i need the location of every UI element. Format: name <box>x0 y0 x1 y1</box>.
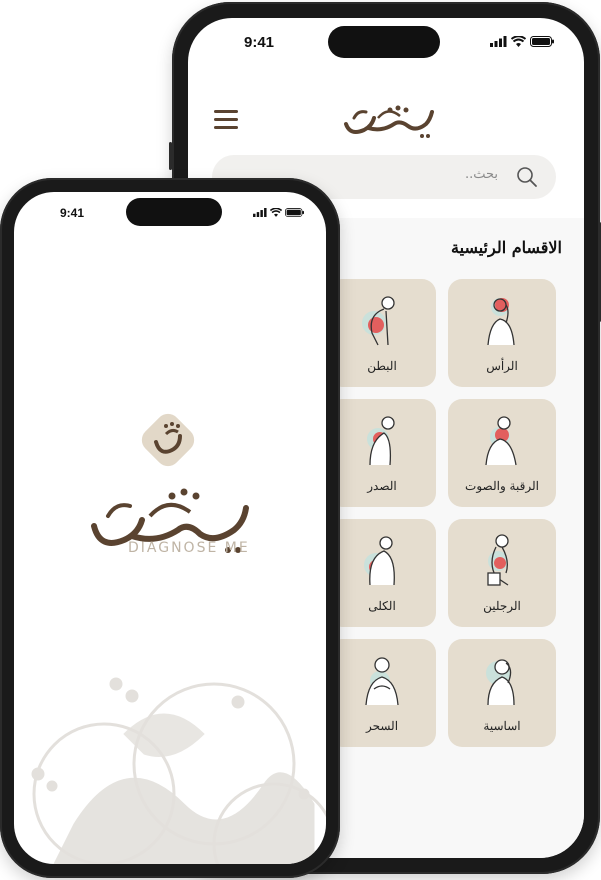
category-card-abdomen[interactable]: البطن <box>328 279 436 387</box>
app-tagline: DIAGNOSE ME <box>128 540 250 556</box>
status-time: 9:41 <box>60 206 85 220</box>
category-label: الكلى <box>368 599 396 613</box>
abdomen-pain-figure-icon <box>362 296 395 346</box>
app-header <box>188 98 584 148</box>
status-time: 9:41 <box>244 34 275 51</box>
logo-badge-icon <box>141 413 195 467</box>
search-placeholder: بحث.. <box>464 167 498 182</box>
head-pain-figure-icon <box>487 298 515 346</box>
wifi-icon <box>511 36 526 47</box>
category-card-magic[interactable]: السحر <box>328 639 436 747</box>
category-card-neck-voice[interactable]: الرقبة والصوت <box>448 399 556 507</box>
magic-figure-icon <box>365 657 399 706</box>
signal-icon <box>253 208 267 217</box>
side-button <box>169 142 172 170</box>
wifi-icon <box>270 208 282 217</box>
category-card-basic[interactable]: اساسية <box>448 639 556 747</box>
search-icon[interactable] <box>516 166 538 188</box>
category-label: الرجلين <box>483 599 521 613</box>
category-card-chest[interactable]: الصدر <box>328 399 436 507</box>
category-card-head[interactable]: الرأس <box>448 279 556 387</box>
battery-icon <box>530 36 554 47</box>
chest-pain-figure-icon <box>367 416 395 466</box>
category-label: اساسية <box>483 719 521 733</box>
front-phone: 9:41 DIAGNOSE ME <box>0 178 340 878</box>
splash-screen: 9:41 DIAGNOSE ME <box>14 192 326 864</box>
basic-symptoms-figure-icon <box>486 659 515 706</box>
category-card-legs[interactable]: الرجلين <box>448 519 556 627</box>
category-label: الرقبة والصوت <box>465 479 539 493</box>
app-logo <box>344 105 434 138</box>
kidney-pain-figure-icon <box>364 536 395 586</box>
decorative-pattern <box>31 677 326 864</box>
category-card-kidneys[interactable]: الكلى <box>328 519 436 627</box>
neck-pain-figure-icon <box>485 416 517 466</box>
legs-pain-figure-icon <box>487 534 509 586</box>
section-title: الاقسام الرئيسية <box>451 238 562 257</box>
category-label: الرأس <box>486 359 518 373</box>
category-label: البطن <box>367 359 397 373</box>
category-label: الصدر <box>367 479 397 493</box>
signal-icon <box>490 36 507 47</box>
battery-icon <box>285 208 304 217</box>
category-label: السحر <box>365 719 399 733</box>
hamburger-menu-icon[interactable] <box>214 110 238 130</box>
